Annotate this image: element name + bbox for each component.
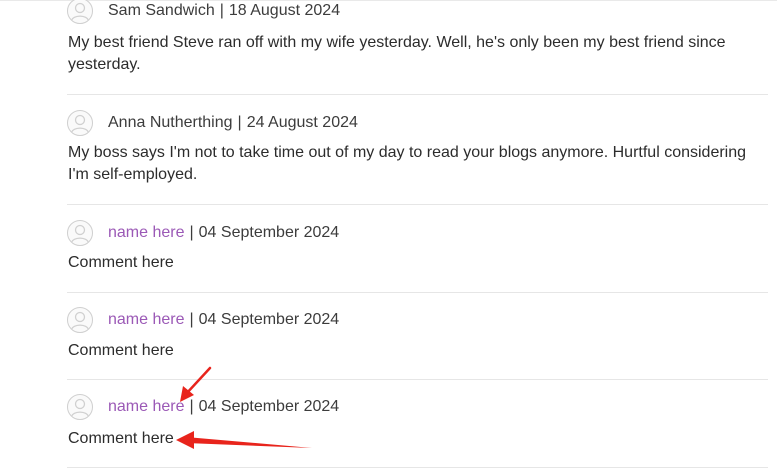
comment-date: 04 September 2024	[198, 311, 340, 328]
user-avatar-icon	[67, 307, 93, 333]
user-avatar-icon	[67, 110, 93, 136]
comment-text: My best friend Steve ran off with my wif…	[68, 34, 726, 73]
comment-meta: name here | 04 September 2024	[67, 219, 339, 247]
comment-author-link[interactable]: name here	[108, 311, 185, 329]
comment-text: My boss says I'm not to take time out of…	[68, 144, 747, 183]
comment-date: 04 September 2024	[198, 224, 340, 241]
comment-author-link[interactable]: name here	[108, 224, 185, 242]
comment-meta: Sam Sandwich | 18 August 2024	[67, 0, 340, 25]
comment-text: Comment here	[68, 430, 174, 447]
meta-separator: |	[189, 224, 194, 241]
comment-author: Anna Nutherthing	[108, 114, 233, 131]
user-avatar-icon	[67, 220, 93, 246]
comment-text: Comment here	[68, 342, 174, 359]
comment-date: 04 September 2024	[198, 398, 340, 415]
comment-date: 18 August 2024	[228, 2, 341, 19]
meta-separator: |	[219, 2, 224, 19]
meta-separator: |	[189, 398, 194, 415]
comment-item: name here | 04 September 2024 Comment he…	[67, 293, 768, 380]
comment-item: name here | 04 September 2024 Comment he…	[67, 380, 768, 468]
comments-page: Sam Sandwich | 18 August 2024 My best fr…	[0, 0, 777, 472]
comment-item: Anna Nutherthing | 24 August 2024 My bos…	[67, 94, 768, 205]
user-avatar-icon	[67, 394, 93, 420]
comment-item: name here | 04 September 2024 Comment he…	[67, 205, 768, 293]
meta-separator: |	[189, 311, 194, 328]
comment-meta: name here | 04 September 2024	[67, 306, 339, 334]
user-avatar-icon	[67, 0, 93, 24]
comment-meta: name here | 04 September 2024	[67, 393, 339, 421]
comment-item: Sam Sandwich | 18 August 2024 My best fr…	[67, 0, 768, 95]
comment-author: Sam Sandwich	[108, 2, 215, 19]
comment-text: Comment here	[68, 254, 174, 271]
comment-date: 24 August 2024	[246, 114, 358, 131]
comment-author-link[interactable]: name here	[108, 398, 185, 416]
comment-meta: Anna Nutherthing | 24 August 2024	[67, 109, 358, 137]
meta-separator: |	[237, 114, 242, 131]
